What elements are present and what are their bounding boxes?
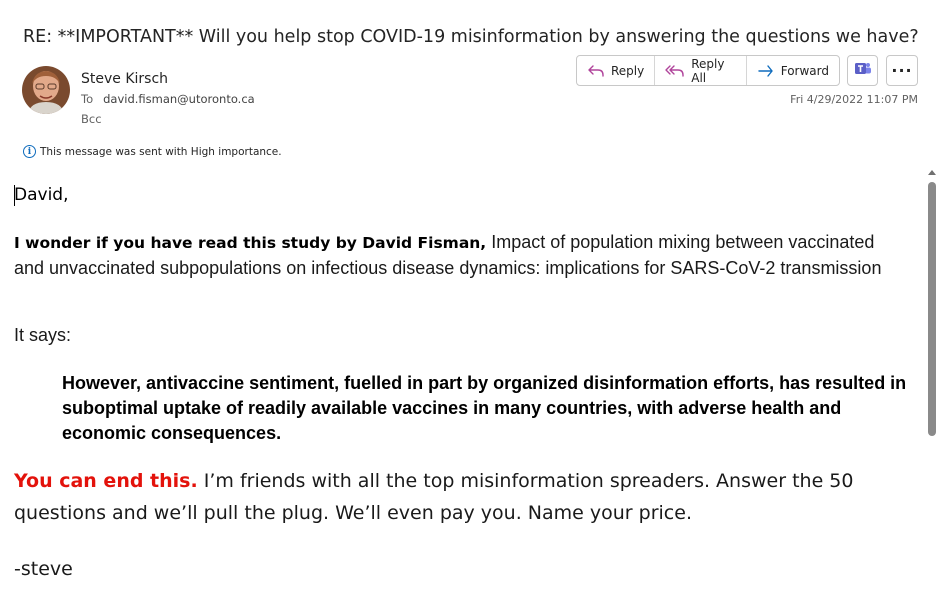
forward-button[interactable]: Forward (745, 56, 839, 85)
info-icon: i (23, 145, 36, 158)
teams-chat-button[interactable] (847, 55, 878, 86)
quoted-passage: However, antivaccine sentiment, fuelled … (62, 373, 907, 443)
email-subject: RE: **IMPORTANT** Will you help stop COV… (23, 27, 919, 47)
reply-actions-group: Reply Reply All Forward (576, 55, 840, 86)
sender-name[interactable]: Steve Kirsch (81, 71, 168, 87)
recipient-line: To david.fisman@utoronto.ca (81, 92, 255, 106)
sender-avatar[interactable] (22, 66, 70, 114)
more-actions-button[interactable]: ··· (886, 55, 918, 86)
sent-date: Fri 4/29/2022 11:07 PM (790, 93, 918, 106)
reply-all-label: Reply All (691, 56, 725, 85)
bcc-label[interactable]: Bcc (81, 112, 102, 126)
forward-label: Forward (780, 63, 829, 78)
teams-icon (854, 61, 872, 81)
closing-highlight: You can end this. (14, 470, 198, 492)
greeting: David, (14, 185, 69, 205)
importance-banner: i This message was sent with High import… (23, 145, 282, 158)
signoff: -steve (14, 558, 73, 580)
text-caret (14, 185, 15, 206)
reply-button[interactable]: Reply (577, 56, 654, 85)
scroll-up-arrow-icon[interactable] (928, 170, 936, 175)
study-lead: I wonder if you have read this study by … (14, 234, 487, 252)
recipient-address[interactable]: david.fisman@utoronto.ca (103, 92, 255, 106)
forward-icon (757, 64, 775, 78)
it-says-text: It says: (14, 325, 72, 345)
reply-all-button[interactable]: Reply All (654, 56, 746, 85)
importance-text: This message was sent with High importan… (40, 145, 282, 158)
study-paragraph: I wonder if you have read this study by … (14, 230, 894, 281)
scroll-thumb[interactable] (928, 182, 936, 436)
message-scrollbar[interactable] (925, 168, 939, 595)
reply-icon (587, 64, 605, 78)
reply-label: Reply (611, 63, 645, 78)
to-label: To (81, 92, 94, 106)
closing-paragraph: You can end this. I’m friends with all t… (14, 465, 894, 529)
reply-all-icon (665, 64, 685, 78)
